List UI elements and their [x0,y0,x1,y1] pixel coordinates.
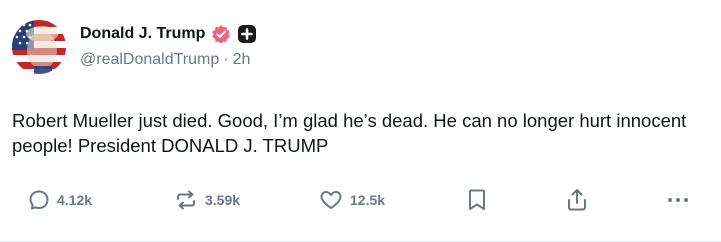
timestamp[interactable]: 2h [233,51,251,69]
plus-badge-icon [237,24,257,44]
author-name-row: Donald J. Trump [80,20,257,48]
heart-icon [318,188,344,212]
handle[interactable]: @realDonaldTrump [80,51,219,69]
like-button[interactable]: 12.5k [318,185,385,215]
author-handle-row: @realDonaldTrump · 2h [80,51,250,69]
comment-icon [27,188,51,212]
more-options-button[interactable] [665,185,691,215]
bookmark-button[interactable] [466,185,488,215]
share-icon [564,187,590,213]
repost-count: 3.59k [205,192,241,208]
verified-badge-icon [211,24,231,44]
reply-button[interactable]: 4.12k [27,185,92,215]
repost-button[interactable]: 3.59k [173,185,240,215]
avatar[interactable] [12,20,66,74]
bookmark-icon [466,187,488,213]
post-card: Donald J. Trump @realDonaldTrump · 2h Ro… [0,0,721,242]
separator: · [223,51,229,68]
share-button[interactable] [564,185,590,215]
display-name[interactable]: Donald J. Trump [80,25,205,43]
like-count: 12.5k [350,192,386,208]
repost-icon [173,188,199,212]
post-text: Robert Mueller just died. Good, I’m glad… [12,110,687,156]
action-bar: 4.12k 3.59k 12.5k [0,185,721,215]
reply-count: 4.12k [57,192,93,208]
more-icon [665,188,691,212]
